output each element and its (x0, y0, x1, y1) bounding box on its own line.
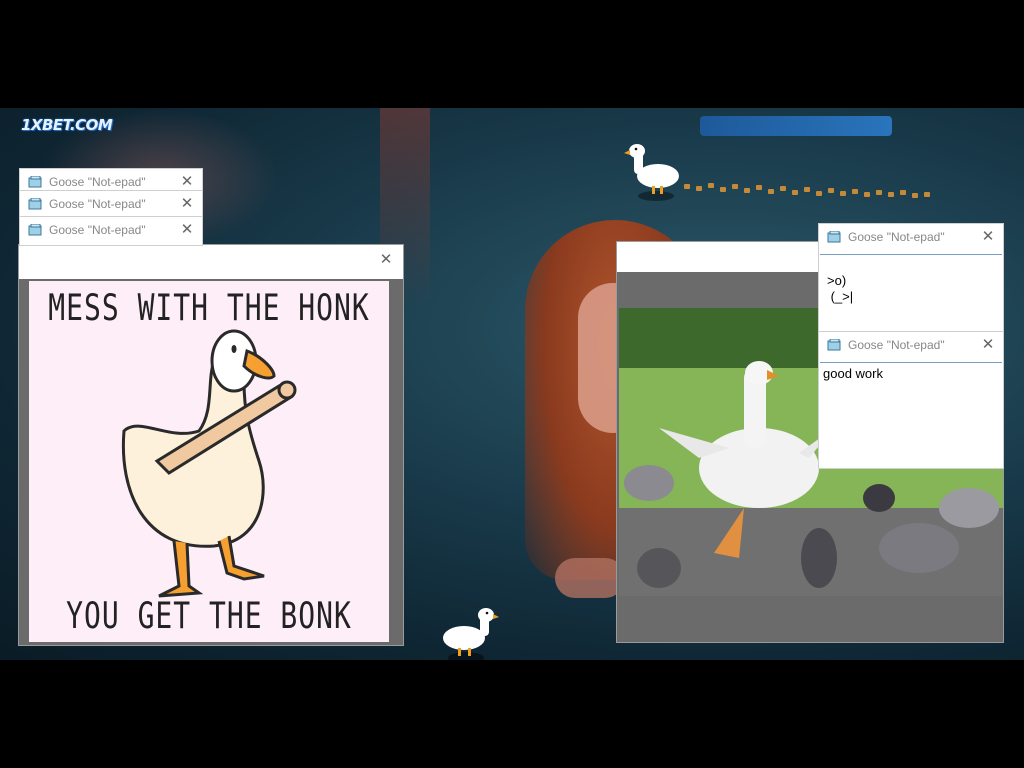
goose-with-bat-icon (121, 329, 297, 598)
goose-notepad-window[interactable]: Goose "Not-epad" ✕ >o) (_>| (818, 223, 1004, 333)
poster-bottom-text: YOU GET THE BONK (66, 594, 352, 637)
notepad-title: Goose "Not-epad" (49, 197, 146, 211)
letterbox-bottom (0, 660, 1024, 768)
notepad-icon (28, 198, 42, 210)
notepad-text-area[interactable]: >o) (_>| (820, 254, 1002, 331)
notepad-content: good work (823, 366, 883, 381)
goose-notepad-window[interactable]: Goose "Not-epad" ✕ (19, 190, 203, 218)
notepad-title: Goose "Not-epad" (848, 338, 945, 352)
goose-notepad-window[interactable]: Goose "Not-epad" ✕ good work (818, 331, 1004, 469)
wallpaper-figure-hand (555, 558, 625, 598)
notepad-title: Goose "Not-epad" (49, 175, 146, 189)
notepad-icon (28, 224, 42, 236)
letterbox-top (0, 0, 1024, 108)
notepad-close-button[interactable]: ✕ (979, 336, 997, 354)
notepad-titlebar[interactable]: Goose "Not-epad" ✕ (20, 217, 202, 243)
meme-image-window[interactable]: ✕ MESS WITH THE HONK YOU GET THE BONK (18, 244, 404, 646)
desktop-goose-icon[interactable] (440, 606, 502, 666)
goose-notepad-window[interactable]: Goose "Not-epad" ✕ (19, 216, 203, 246)
notepad-close-button[interactable]: ✕ (979, 228, 997, 246)
notepad-close-button[interactable]: ✕ (178, 173, 196, 191)
notepad-close-button[interactable]: ✕ (178, 221, 196, 239)
notepad-text-area[interactable]: good work (820, 362, 1002, 467)
notepad-title: Goose "Not-epad" (848, 230, 945, 244)
wallpaper-blue-bar (700, 116, 892, 136)
notepad-icon (827, 339, 841, 351)
notepad-icon (28, 176, 42, 188)
watermark-logo: 1XBET.COM (21, 116, 113, 134)
notepad-icon (827, 231, 841, 243)
meme-window-close-button[interactable]: ✕ (377, 251, 395, 269)
notepad-titlebar[interactable]: Goose "Not-epad" ✕ (819, 332, 1003, 358)
meme-window-titlebar[interactable]: ✕ (19, 245, 403, 279)
notepad-title: Goose "Not-epad" (49, 223, 146, 237)
notepad-content: >o) (_>| (827, 273, 854, 304)
desktop-goose-icon[interactable] (622, 142, 684, 202)
notepad-titlebar[interactable]: Goose "Not-epad" ✕ (819, 224, 1003, 250)
honk-bonk-poster: MESS WITH THE HONK YOU GET THE BONK (29, 281, 389, 642)
notepad-titlebar[interactable]: Goose "Not-epad" ✕ (20, 191, 202, 217)
notepad-close-button[interactable]: ✕ (178, 195, 196, 213)
